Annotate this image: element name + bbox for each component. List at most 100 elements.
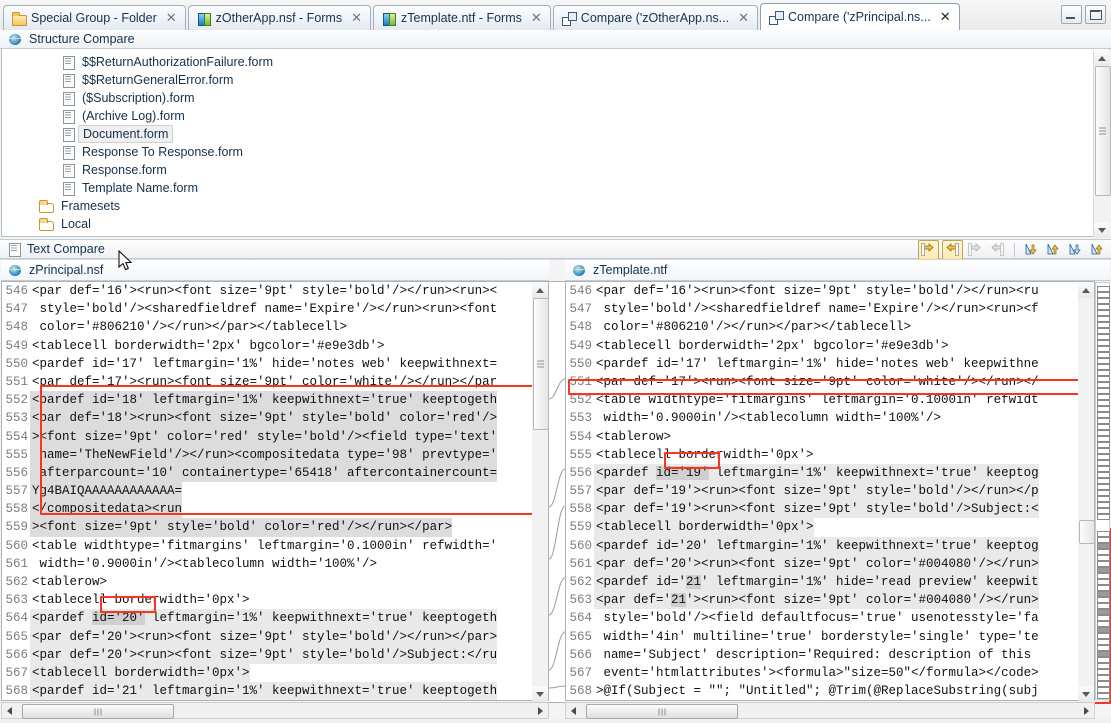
- tab-close-icon[interactable]: ✕: [936, 10, 953, 25]
- code-line[interactable]: 561 <par def='20'><run><font size='9pt' c…: [566, 554, 1039, 573]
- scroll-left-arrow-icon[interactable]: [2, 703, 19, 718]
- code-line[interactable]: 567 <tablecell borderwidth='0px'>: [2, 663, 497, 683]
- code-line[interactable]: 551 <par def='17'><run><font size='9pt' c…: [566, 373, 1039, 391]
- difference-overview-ruler[interactable]: [1095, 282, 1110, 700]
- next-change-button[interactable]: [1066, 241, 1085, 259]
- code-line[interactable]: 564 <pardef id='20' leftmargin='1%' keepw…: [2, 609, 498, 628]
- code-line[interactable]: 547 style='bold'/><sharedfieldref name='…: [566, 300, 1039, 318]
- tree-item-return-general-error[interactable]: $$ReturnGeneralError.form: [2, 71, 1109, 89]
- tree-item-return-auth-failure[interactable]: $$ReturnAuthorizationFailure.form: [2, 53, 1109, 71]
- code-line[interactable]: 562 <tablerow>: [2, 573, 497, 591]
- scroll-left-arrow-icon[interactable]: [566, 703, 583, 718]
- code-line[interactable]: 549 <tablecell borderwidth='2px' bgcolor=…: [566, 337, 1039, 355]
- code-line[interactable]: 546 <par def='16'><run><font size='9pt' s…: [2, 282, 497, 300]
- overview-ruler-mark[interactable]: [1097, 693, 1110, 699]
- scroll-up-arrow-icon[interactable]: [1094, 50, 1110, 66]
- scrollbar-thumb[interactable]: [1095, 66, 1111, 196]
- code-line[interactable]: 568 >@If(Subject = ""; "Untitled"; @Trim(…: [566, 682, 1039, 700]
- tree-item-archive-log[interactable]: (Archive Log).form: [2, 107, 1109, 125]
- code-line[interactable]: 552 <pardef id='18' leftmargin='1%' keepw…: [2, 391, 498, 410]
- restore-button[interactable]: [1085, 5, 1106, 24]
- overview-ruler-mark[interactable]: [1097, 514, 1110, 520]
- copy-all-right-to-left-button[interactable]: [918, 239, 939, 260]
- code-line[interactable]: 548 color='#806210'/></run></par></table…: [2, 318, 497, 336]
- code-line[interactable]: 556 afterparcount='10' containertype='65…: [2, 463, 498, 483]
- right-pane-horizontal-scrollbar[interactable]: [565, 702, 1095, 719]
- tree-item-local[interactable]: Local: [2, 215, 1109, 233]
- code-line[interactable]: 561 width='0.9000in'/><tablecolumn width…: [2, 555, 497, 573]
- code-line[interactable]: 556 <pardef id='19' leftmargin='1%' keepw…: [566, 463, 1039, 483]
- copy-all-left-to-right-button[interactable]: [942, 239, 963, 260]
- tree-item-subscription[interactable]: ($Subscription).form: [2, 89, 1109, 107]
- next-difference-button[interactable]: [1022, 241, 1041, 259]
- left-editor-pane[interactable]: 546 <par def='16'><run><font size='9pt' s…: [1, 281, 549, 701]
- code-line[interactable]: 553 width='0.9000in'/><tablecolumn width…: [566, 409, 1039, 427]
- code-line[interactable]: 550 <pardef id='17' leftmargin='1%' hide=…: [566, 355, 1039, 373]
- code-line[interactable]: 558 </compositedata><run: [2, 500, 497, 519]
- code-line[interactable]: 548 color='#806210'/></run></par></table…: [566, 318, 1039, 336]
- scrollbar-thumb[interactable]: [22, 704, 174, 719]
- tree-item-template-name-form[interactable]: Template Name.form: [2, 179, 1109, 197]
- scrollbar-thumb[interactable]: [1079, 520, 1095, 544]
- code-line[interactable]: 555 name='TheNewField'/></run><composite…: [2, 445, 498, 464]
- scroll-up-arrow-icon[interactable]: [532, 282, 548, 298]
- code-line[interactable]: 569<par def='21'><run><font size='9pt' c…: [2, 700, 497, 701]
- code-line[interactable]: 562 <pardef id='21' leftmargin='1%' hide=…: [566, 573, 1039, 592]
- code-line[interactable]: 555 <tablecell borderwidth='0px'>: [566, 446, 1039, 464]
- left-pane-vertical-scrollbar[interactable]: [532, 282, 549, 702]
- code-line[interactable]: 565 <par def='20'><run><font size='9pt' s…: [2, 627, 498, 646]
- code-line[interactable]: 558 <par def='19'><run><font size='9pt' s…: [566, 500, 1039, 519]
- code-line[interactable]: 554 ><font size='9pt' color='red' style='…: [2, 427, 498, 446]
- code-line[interactable]: 557 Yg4BAIQAAAAAAAAAAAA=: [2, 482, 497, 501]
- code-line[interactable]: 567 event='htmlattributes'><formula>"siz…: [566, 664, 1039, 682]
- right-editor-pane[interactable]: 546 <par def='16'><run><font size='9pt' s…: [565, 281, 1095, 701]
- code-line[interactable]: 547 style='bold'/><sharedfieldref name='…: [2, 300, 497, 318]
- tree-item-document-form[interactable]: Document.form: [2, 125, 1109, 143]
- code-line[interactable]: 568 <pardef id='21' leftmargin='1%' keepw…: [2, 682, 498, 700]
- scroll-down-arrow-icon[interactable]: [1078, 686, 1094, 702]
- right-pane-vertical-scrollbar[interactable]: [1078, 282, 1095, 702]
- tab-ztemplate-ntf-forms[interactable]: zTemplate.ntf - Forms ✕: [373, 5, 551, 30]
- code-line[interactable]: 552 <table widthtype='fitmargins' leftmar…: [566, 391, 1039, 409]
- tab-compare-zprincipal[interactable]: Compare ('zPrincipal.ns... ✕: [759, 3, 960, 30]
- scroll-right-arrow-icon[interactable]: [1077, 703, 1094, 718]
- code-line[interactable]: 546 <par def='16'><run><font size='9pt' s…: [566, 282, 1039, 300]
- code-line[interactable]: 563 <par def='21'><run><font size='9pt' c…: [566, 591, 1039, 610]
- tab-close-icon[interactable]: ✕: [162, 11, 179, 26]
- scroll-down-arrow-icon[interactable]: [1094, 222, 1110, 238]
- structure-compare-tree-pane[interactable]: $$ReturnAuthorizationFailure.form $$Retu…: [1, 49, 1110, 237]
- scroll-up-arrow-icon[interactable]: [1078, 282, 1094, 298]
- code-line[interactable]: 554 <tablerow>: [566, 428, 1039, 446]
- code-line[interactable]: 560 <table widthtype='fitmargins' leftmar…: [2, 537, 497, 555]
- tree-item-response-to-response[interactable]: Response To Response.form: [2, 143, 1109, 161]
- code-line[interactable]: 566 <par def='20'><run><font size='9pt' s…: [2, 645, 498, 664]
- previous-change-button[interactable]: [1088, 241, 1107, 259]
- tab-special-group-folder[interactable]: Special Group - Folder ✕: [3, 5, 186, 30]
- code-line[interactable]: 566 name='Subject' description='Required…: [566, 646, 1039, 664]
- tab-close-icon[interactable]: ✕: [734, 11, 751, 26]
- scrollbar-thumb[interactable]: [586, 704, 738, 719]
- code-line[interactable]: 553 <par def='18'><run><font size='9pt' s…: [2, 409, 498, 428]
- code-line[interactable]: 564 style='bold'/><field defaultfocus='t…: [566, 609, 1039, 627]
- tab-zotherapp-nsf-forms[interactable]: zOtherApp.nsf - Forms ✕: [187, 5, 372, 30]
- code-line[interactable]: 563 <tablecell borderwidth='0px'>: [2, 591, 497, 609]
- code-line[interactable]: 557 <par def='19'><run><font size='9pt' s…: [566, 482, 1039, 501]
- code-line[interactable]: 551 <par def='17'><run><font size='9pt' c…: [2, 373, 497, 391]
- code-line[interactable]: 559 ><font size='9pt' style='bold' color=…: [2, 518, 497, 537]
- code-line[interactable]: 565 width='4in' multiline='true' borders…: [566, 628, 1039, 646]
- code-line[interactable]: 559 <tablecell borderwidth='0px'>: [566, 518, 1039, 537]
- tab-compare-zotherapp[interactable]: Compare ('zOtherApp.ns... ✕: [552, 5, 758, 30]
- code-line[interactable]: 549 <tablecell borderwidth='2px' bgcolor=…: [2, 337, 497, 355]
- tab-close-icon[interactable]: ✕: [527, 11, 544, 26]
- code-line[interactable]: 560 <pardef id='20' leftmargin='1%' keepw…: [566, 536, 1039, 555]
- scrollbar-thumb[interactable]: [533, 298, 549, 430]
- tab-close-icon[interactable]: ✕: [347, 11, 364, 26]
- tree-item-framesets[interactable]: Framesets: [2, 197, 1109, 215]
- previous-difference-button[interactable]: [1044, 241, 1063, 259]
- scroll-right-arrow-icon[interactable]: [531, 703, 548, 718]
- structure-pane-vertical-scrollbar[interactable]: [1093, 50, 1111, 238]
- code-line[interactable]: 569><font size='9pt' style='bold' color=…: [566, 700, 1039, 701]
- left-pane-horizontal-scrollbar[interactable]: [1, 702, 549, 719]
- tree-item-response-form[interactable]: Response.form: [2, 161, 1109, 179]
- code-line[interactable]: 550 <pardef id='17' leftmargin='1%' hide=…: [2, 355, 497, 373]
